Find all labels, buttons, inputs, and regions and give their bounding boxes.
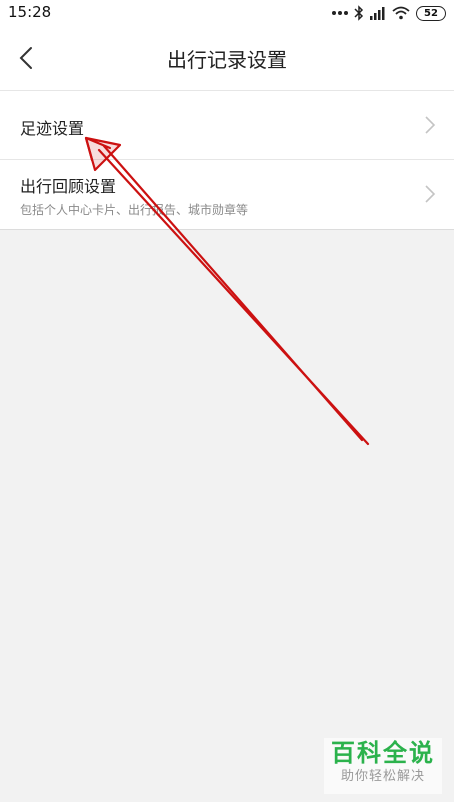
watermark-subtitle: 助你轻松解决 bbox=[340, 769, 425, 784]
bluetooth-icon bbox=[354, 5, 364, 21]
row-subtitle: 包括个人中心卡片、出行报告、城市勋章等 bbox=[20, 203, 249, 217]
battery-indicator: 52 bbox=[416, 5, 446, 21]
settings-list: 足迹设置 出行回顾设置 包括个人中心卡片、出行报告、城市勋章等 bbox=[0, 90, 454, 230]
status-bar: 15:28 52 bbox=[0, 0, 454, 26]
signal-icon bbox=[370, 7, 385, 20]
watermark-title: 百科全说 bbox=[331, 739, 435, 767]
trip-review-settings-row[interactable]: 出行回顾设置 包括个人中心卡片、出行报告、城市勋章等 bbox=[0, 160, 454, 229]
status-icons: 52 bbox=[332, 4, 446, 22]
chevron-right-icon bbox=[425, 116, 436, 134]
watermark: 百科全说 助你轻松解决 bbox=[324, 738, 442, 794]
row-title: 足迹设置 bbox=[20, 119, 85, 138]
row-title: 出行回顾设置 bbox=[20, 177, 117, 196]
more-dots-icon bbox=[332, 11, 348, 15]
wifi-icon bbox=[392, 6, 410, 20]
nav-bar: 出行记录设置 bbox=[0, 26, 454, 90]
footprint-settings-row[interactable]: 足迹设置 bbox=[0, 91, 454, 160]
page-title: 出行记录设置 bbox=[167, 48, 287, 72]
chevron-right-icon bbox=[425, 185, 436, 203]
status-time: 15:28 bbox=[8, 3, 52, 21]
